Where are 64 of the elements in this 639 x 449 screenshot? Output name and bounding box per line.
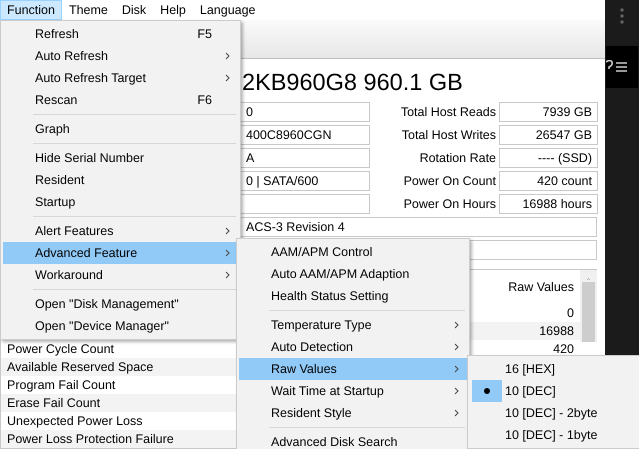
menu-item[interactable]: 16 [HEX] xyxy=(470,358,639,380)
menu-bar-item[interactable]: Disk xyxy=(114,0,154,20)
menu-item[interactable]: Auto AAM/APM Adaption xyxy=(239,263,467,285)
scroll-thumb[interactable] xyxy=(582,282,595,342)
menu-item[interactable]: Hide Serial Number xyxy=(3,147,238,169)
menu-item[interactable]: Wait Time at Startup xyxy=(239,380,467,402)
menu-item[interactable]: Temperature Type xyxy=(239,314,467,336)
attribute-name: Available Reserved Space xyxy=(7,358,154,376)
menu-item[interactable]: Raw Values xyxy=(239,358,467,380)
menu-item[interactable]: Refresh F5 xyxy=(3,23,238,45)
info-label: Power On Count xyxy=(402,172,496,190)
menu-item[interactable]: Rescan F6 xyxy=(3,89,238,111)
menu-item[interactable]: Alert Features xyxy=(3,220,238,242)
info-label: Power On Hours xyxy=(402,196,496,213)
info-field: A xyxy=(240,148,370,168)
raw-value: 420 xyxy=(553,340,574,358)
info-field: 0 | SATA/600 xyxy=(240,171,370,191)
info-label: Total Host Reads xyxy=(400,104,496,121)
shortcut-text: F6 xyxy=(197,92,212,109)
raw-value: 16988 xyxy=(539,322,574,340)
attribute-name: Power Loss Protection Failure xyxy=(7,430,174,448)
menu-item[interactable]: Open "Disk Management" xyxy=(3,293,238,315)
menu-item[interactable]: Advanced Feature xyxy=(3,242,238,264)
menu-item[interactable]: Resident Style xyxy=(239,402,467,424)
scrollbar[interactable] xyxy=(580,270,597,342)
info-value: 16988 hours xyxy=(499,194,598,214)
column-header: Raw Values xyxy=(508,278,574,296)
attribute-name: Erase Fail Count xyxy=(7,394,100,412)
menu-item[interactable]: Startup xyxy=(3,191,238,213)
info-value: 420 count xyxy=(499,171,598,191)
shortcut-text: F5 xyxy=(197,26,212,43)
menu-bar-item[interactable]: Function xyxy=(0,0,62,20)
kebab-icon[interactable] xyxy=(620,8,624,24)
menu-item[interactable]: AAM/APM Control xyxy=(239,241,467,263)
menu-item[interactable]: Open "Device Manager" xyxy=(3,315,238,337)
menu-item[interactable]: Resident xyxy=(3,169,238,191)
standard-field: ACS-3 Revision 4 xyxy=(240,217,597,237)
info-label: Total Host Writes xyxy=(400,126,496,144)
menu-item[interactable]: Health Status Setting xyxy=(239,285,467,307)
help-list-icon[interactable] xyxy=(606,60,628,74)
menu-bar-item[interactable]: Theme xyxy=(62,0,115,20)
menu-item[interactable]: Auto Refresh Target xyxy=(3,67,238,89)
info-label: Rotation Rate xyxy=(418,150,496,167)
menu-item[interactable]: Workaround xyxy=(3,264,238,286)
menu-item[interactable]: 10 [DEC] - 2byte xyxy=(470,402,639,424)
menu-item[interactable]: Auto Detection xyxy=(239,336,467,358)
info-value: ---- (SSD) xyxy=(499,148,598,168)
attribute-name: Unexpected Power Loss xyxy=(7,412,142,430)
menu-item[interactable]: 10 [DEC] xyxy=(470,380,639,402)
disk-title: 2KB960G8 960.1 GB xyxy=(241,68,464,97)
info-field: 0 xyxy=(240,102,370,122)
info-value: 7939 GB xyxy=(499,102,598,122)
menu-item[interactable]: 10 [DEC] - 1byte xyxy=(470,424,639,446)
menu-item[interactable]: Auto Refresh xyxy=(3,45,238,67)
info-value: 26547 GB xyxy=(499,125,598,145)
menu-bar-item[interactable]: Language xyxy=(192,0,263,20)
menu-item[interactable]: Graph xyxy=(3,118,238,140)
info-field: 400C8960CGN xyxy=(240,125,370,145)
raw-value: 0 xyxy=(567,304,574,322)
scroll-up-icon[interactable] xyxy=(584,278,593,280)
menu-bar-item[interactable]: Help xyxy=(153,0,193,20)
attribute-name: Program Fail Count xyxy=(7,376,116,394)
attribute-name: Power Cycle Count xyxy=(7,340,114,358)
menu-item[interactable]: Advanced Disk Search xyxy=(239,431,467,449)
